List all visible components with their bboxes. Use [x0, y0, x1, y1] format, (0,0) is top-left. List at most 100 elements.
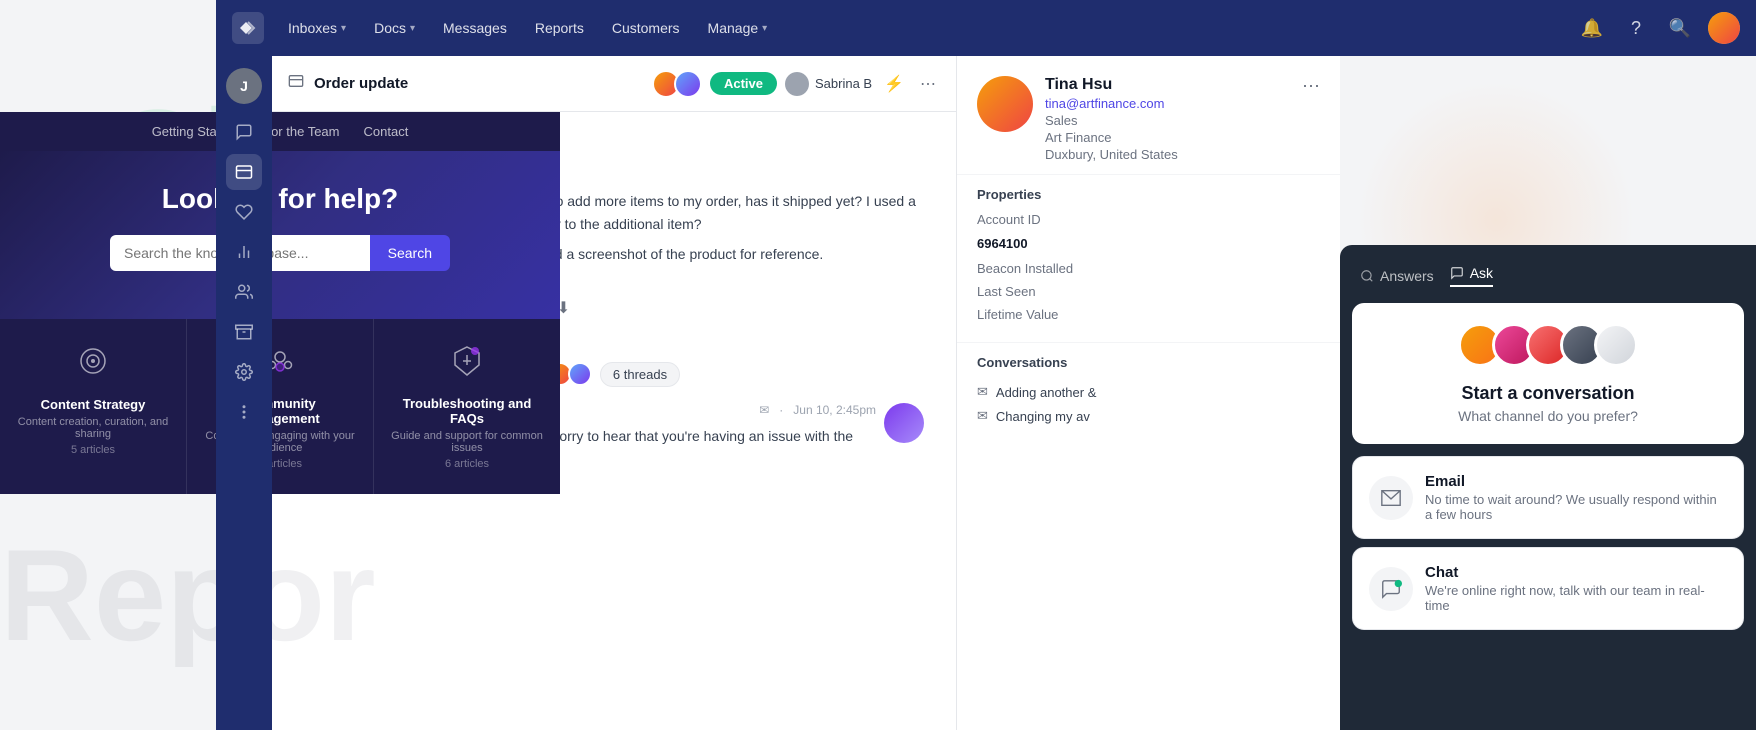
- conversations-section: Conversations ✉ Adding another & ✉ Chang…: [957, 342, 1340, 440]
- sidebar-item-reports[interactable]: [226, 234, 262, 270]
- profile-more-button[interactable]: ⋯: [1302, 76, 1320, 97]
- channel-email-desc: No time to wait around? We usually respo…: [1425, 492, 1727, 522]
- conv-item-0[interactable]: ✉ Adding another &: [977, 380, 1320, 404]
- sidebar-item-users[interactable]: [226, 274, 262, 310]
- beacon-card-title-0: Content Strategy: [16, 397, 170, 412]
- chat-channel-icon: [1369, 567, 1413, 611]
- beacon-search-button[interactable]: Search: [370, 235, 450, 271]
- sidebar-item-contacts[interactable]: [226, 194, 262, 230]
- properties-section: Properties Account ID 6964100 Beacon Ins…: [957, 174, 1340, 342]
- sidebar-item-inbox[interactable]: [226, 154, 262, 190]
- search-icon[interactable]: 🔍: [1664, 12, 1696, 44]
- nav-reports[interactable]: Reports: [523, 14, 596, 42]
- sidebar-user-avatar[interactable]: J: [226, 68, 262, 104]
- user-avatar[interactable]: [1708, 12, 1740, 44]
- beacon-nav-contact[interactable]: Contact: [364, 124, 409, 139]
- conversation-type-icon: [288, 73, 304, 94]
- reply-avatar: [884, 403, 924, 443]
- conversation-title: Order update: [314, 75, 652, 92]
- beacon-card-desc-2: Guide and support for common issues: [390, 430, 544, 454]
- conv-header-right: Active Sabrina B ⚡ ⋯: [652, 70, 940, 98]
- sidebar-item-settings[interactable]: [226, 354, 262, 390]
- channel-chat-desc: We're online right now, talk with our te…: [1425, 583, 1727, 613]
- sidebar-item-archive[interactable]: [226, 314, 262, 350]
- widget-title: Start a conversation: [1372, 383, 1724, 408]
- channel-email-info: Email No time to wait around? We usually…: [1425, 473, 1727, 522]
- account-id-value: 6964100: [977, 236, 1028, 251]
- beacon-nav: Getting Started For the Team Contact: [0, 112, 560, 151]
- nav-inboxes[interactable]: Inboxes ▾: [276, 14, 358, 42]
- beacon-label: Beacon Installed: [977, 261, 1073, 276]
- property-last-seen: Last Seen: [977, 284, 1320, 299]
- channel-chat-option[interactable]: Chat We're online right now, talk with o…: [1352, 547, 1744, 630]
- conv-item-icon-0: ✉: [977, 384, 988, 400]
- notifications-icon[interactable]: 🔔: [1576, 12, 1608, 44]
- chevron-down-icon: ▾: [410, 23, 415, 34]
- help-icon[interactable]: ?: [1620, 12, 1652, 44]
- conversation-status-badge[interactable]: Active: [710, 72, 777, 95]
- chevron-down-icon: ▾: [341, 23, 346, 34]
- reply-time: Jun 10, 2:45pm: [793, 403, 876, 417]
- sidebar-item-more[interactable]: [226, 394, 262, 430]
- widget-tab-answers[interactable]: Answers: [1360, 265, 1434, 287]
- last-seen-label: Last Seen: [977, 284, 1036, 299]
- customer-company: Art Finance: [1045, 130, 1290, 145]
- channel-email-option[interactable]: Email No time to wait around? We usually…: [1352, 456, 1744, 539]
- widget-subtitle: What channel do you prefer?: [1372, 408, 1724, 424]
- widget-tab-answers-label: Answers: [1380, 268, 1434, 284]
- nav-customers[interactable]: Customers: [600, 14, 692, 42]
- logo[interactable]: [232, 12, 264, 44]
- nav-docs[interactable]: Docs ▾: [362, 14, 427, 42]
- conv-item-icon-1: ✉: [977, 408, 988, 424]
- conversation-participants: [652, 70, 702, 98]
- widget-tabs: Answers Ask: [1360, 265, 1493, 287]
- nav-messages[interactable]: Messages: [431, 14, 519, 42]
- assigned-agent[interactable]: Sabrina B: [785, 72, 872, 96]
- reply-icon: ✉: [759, 403, 769, 417]
- lifetime-label: Lifetime Value: [977, 307, 1058, 322]
- threads-button[interactable]: 6 threads: [600, 362, 680, 387]
- thread-avatar-2: [568, 362, 592, 386]
- customer-info-panel: Tina Hsu tina@artfinance.com Sales Art F…: [956, 56, 1340, 730]
- beacon-card-icon-2: [390, 343, 544, 386]
- more-options-button[interactable]: ⋯: [916, 70, 940, 98]
- beacon-hero-title: Looking for help?: [24, 183, 536, 215]
- beacon-search-row: Search: [110, 235, 450, 271]
- beacon-card-2[interactable]: Troubleshooting and FAQs Guide and suppo…: [374, 319, 560, 494]
- conv-item-text-1: Changing my av: [996, 409, 1090, 424]
- widget-tab-ask[interactable]: Ask: [1450, 265, 1493, 287]
- beacon-card-articles-2: 6 articles: [390, 458, 544, 470]
- conversations-title: Conversations: [977, 355, 1320, 370]
- nav-manage[interactable]: Manage ▾: [696, 14, 780, 42]
- conv-header: Order update Active Sabrina B ⚡ ⋯: [272, 56, 956, 112]
- beacon-card-desc-0: Content creation, curation, and sharing: [16, 416, 170, 440]
- widget-tab-ask-label: Ask: [1470, 265, 1493, 281]
- beacon-cards: Content Strategy Content creation, curat…: [0, 319, 560, 494]
- widget-av-5: [1594, 323, 1638, 367]
- nav-items: Inboxes ▾ Docs ▾ Messages Reports Custom…: [276, 14, 1576, 42]
- beacon-hero: Looking for help? Search: [0, 151, 560, 319]
- start-conversation-widget: Answers Ask Start a conversation What ch…: [1340, 245, 1756, 730]
- top-nav: Inboxes ▾ Docs ▾ Messages Reports Custom…: [216, 0, 1756, 56]
- agent-avatar: [785, 72, 809, 96]
- participant-avatar-2: [674, 70, 702, 98]
- property-account-id: Account ID: [977, 212, 1320, 227]
- sidebar-item-chat[interactable]: [226, 114, 262, 150]
- beacon-card-articles-0: 5 articles: [16, 444, 170, 456]
- beacon-nav-for-team[interactable]: For the Team: [263, 124, 339, 139]
- customer-name: Tina Hsu: [1045, 76, 1290, 94]
- beacon-card-icon-0: [16, 343, 170, 387]
- customer-location: Duxbury, United States: [1045, 147, 1290, 162]
- email-channel-icon: [1369, 476, 1413, 520]
- channel-email-name: Email: [1425, 473, 1727, 490]
- property-lifetime: Lifetime Value: [977, 307, 1320, 322]
- conv-item-1[interactable]: ✉ Changing my av: [977, 404, 1320, 428]
- customer-email[interactable]: tina@artfinance.com: [1045, 96, 1290, 111]
- beacon-card-0[interactable]: Content Strategy Content creation, curat…: [0, 319, 187, 494]
- conv-item-text-0: Adding another &: [996, 385, 1096, 400]
- lightning-action-button[interactable]: ⚡: [880, 70, 908, 98]
- beacon-card-title-2: Troubleshooting and FAQs: [390, 396, 544, 426]
- widget-header: Answers Ask: [1340, 245, 1756, 303]
- customer-department: Sales: [1045, 113, 1290, 128]
- customer-profile-info: Tina Hsu tina@artfinance.com Sales Art F…: [1045, 76, 1290, 162]
